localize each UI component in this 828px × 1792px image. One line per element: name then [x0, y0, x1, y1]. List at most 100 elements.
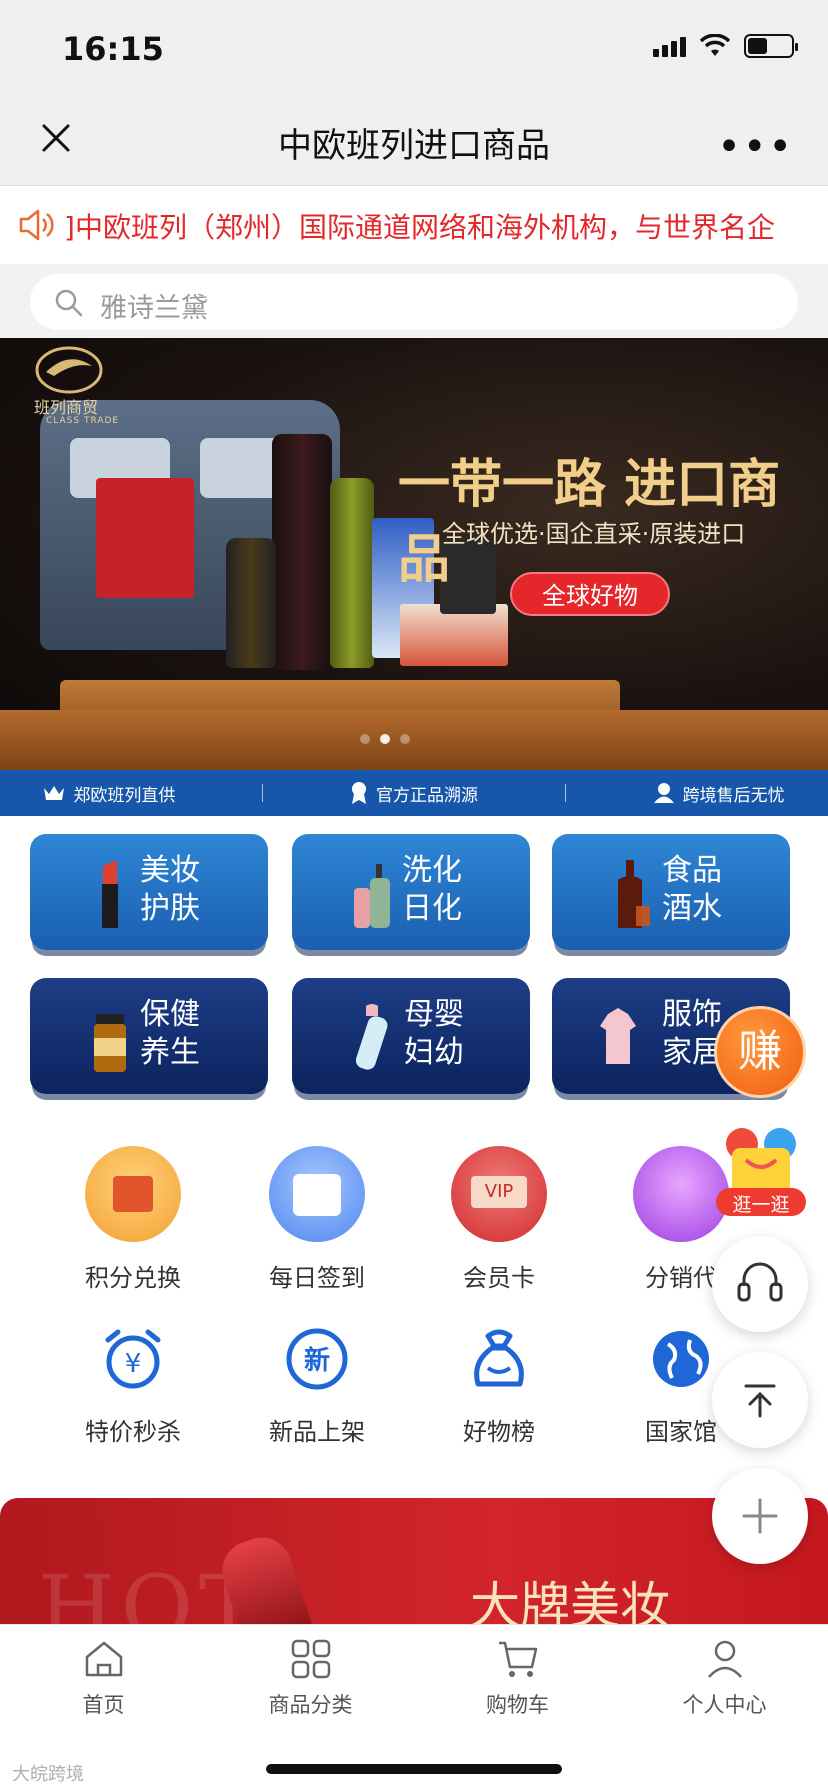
browse-label: 逛一逛 [732, 1194, 790, 1216]
points-icon [85, 1146, 181, 1242]
gift-bag-image [96, 478, 194, 598]
headset-icon [737, 1262, 783, 1302]
globe-icon [653, 1331, 709, 1387]
carousel-dot[interactable] [360, 734, 370, 744]
quick-item-checkin[interactable]: 每日签到 [242, 1146, 392, 1293]
quick-item-vip[interactable]: VIP 会员卡 [424, 1146, 574, 1293]
battery-icon [744, 34, 798, 58]
crown-icon [44, 786, 65, 800]
baby-bottle-icon [355, 1004, 388, 1070]
tab-label: 首页 [82, 1693, 125, 1717]
tab-label: 商品分类 [268, 1693, 353, 1717]
tab-home[interactable]: 首页 [0, 1625, 207, 1718]
category-label: 母婴 妇幼 [404, 997, 464, 1070]
category-grid: 美妆 护肤 洗化 日化 食品 酒水 保健 养生 母婴 妇幼 服饰 家居 [0, 816, 828, 1106]
promo-banner[interactable]: HOT 大牌美妆 [0, 1498, 828, 1628]
person-icon [707, 1640, 742, 1678]
notice-message: 中欧班列（郑州）国际通道网络和海外机构，与世界名企 [74, 211, 775, 244]
category-label: 保健 养生 [140, 997, 200, 1070]
guarantee-strip: 郑欧班列直供 官方正品溯源 跨境售后无忧 [0, 770, 828, 816]
category-health[interactable]: 保健 养生 [30, 978, 268, 1094]
notice-prefix: ] [64, 211, 75, 244]
notice-bar[interactable]: ]中欧班列（郑州）国际通道网络和海外机构，与世界名企 [0, 186, 828, 264]
more-icon[interactable]: ••• [717, 124, 794, 170]
guarantee-label: 郑欧班列直供 [73, 785, 176, 806]
wifi-icon [700, 34, 730, 56]
category-label: 食品 酒水 [662, 853, 722, 926]
search-icon [55, 289, 83, 317]
home-icon [85, 1641, 122, 1677]
earn-button[interactable]: 赚 [714, 1006, 806, 1098]
category-label: 美妆 护肤 [140, 853, 200, 926]
alarm-yen-icon: ¥ [105, 1329, 161, 1389]
category-beauty[interactable]: 美妆 护肤 [30, 834, 268, 950]
quick-label: 积分兑换 [85, 1264, 181, 1292]
banner-subtitle: 全球优选·国企直采·原装进口 [442, 520, 746, 548]
status-time: 16:15 [62, 30, 164, 68]
add-button[interactable] [712, 1468, 808, 1564]
quick-label: 新品上架 [269, 1418, 365, 1446]
vip-card-icon: VIP [451, 1146, 547, 1242]
customer-service-button[interactable] [712, 1236, 808, 1332]
nav-bar: 中欧班列进口商品 ••• [0, 96, 828, 186]
category-label: 洗化 日化 [402, 853, 462, 926]
quick-item-flash-sale[interactable]: ¥ 特价秒杀 [58, 1326, 208, 1447]
search-placeholder: 雅诗兰黛 [100, 293, 208, 324]
carousel-dot[interactable] [400, 734, 410, 744]
promo-title: 大牌美妆 [470, 1577, 670, 1628]
dress-icon [600, 1008, 636, 1064]
notice-text: ]中欧班列（郑州）国际通道网络和海外机构，与世界名企 [64, 206, 775, 246]
back-to-top-button[interactable] [712, 1352, 808, 1448]
search-bar: 雅诗兰黛 [0, 264, 828, 338]
tab-profile[interactable]: 个人中心 [621, 1625, 828, 1718]
lotion-icon [354, 864, 390, 928]
tab-label: 购物车 [486, 1693, 549, 1717]
tab-bar: 首页 商品分类 购物车 个人中心 [0, 1624, 828, 1718]
tab-label: 个人中心 [682, 1693, 767, 1717]
wine-bottle-image [272, 434, 332, 670]
new-badge-icon: 新 [286, 1328, 348, 1390]
guarantee-label: 跨境售后无忧 [682, 785, 785, 806]
quick-item-new[interactable]: 新 新品上架 [242, 1326, 392, 1447]
guarantee-item: 郑欧班列直供 [43, 781, 175, 806]
carousel-dot-active[interactable] [380, 734, 390, 744]
cart-icon [498, 1641, 537, 1677]
quick-item-points[interactable]: 积分兑换 [58, 1146, 208, 1293]
ribbon-icon [351, 782, 366, 804]
divider [262, 784, 264, 802]
grid-icon [291, 1639, 330, 1679]
browse-button[interactable]: 逛一逛 [712, 1122, 810, 1220]
plus-icon [742, 1498, 778, 1534]
user-icon [653, 783, 674, 803]
carousel-dots [360, 734, 410, 744]
home-indicator[interactable] [266, 1764, 562, 1774]
oil-bottle-image [330, 478, 374, 668]
quick-menu: 积分兑换 每日签到 VIP 会员卡 分销代 ¥ 特价秒杀 新 新品上架 好物榜 … [0, 1120, 828, 1460]
brand-logo [35, 346, 103, 394]
quick-label: 每日签到 [269, 1264, 365, 1292]
search-input[interactable]: 雅诗兰黛 [30, 274, 798, 330]
tab-cart[interactable]: 购物车 [414, 1625, 621, 1718]
guarantee-label: 官方正品溯源 [375, 785, 478, 806]
speaker-icon [19, 209, 54, 241]
quick-label: 好物榜 [463, 1418, 535, 1446]
page-title: 中欧班列进口商品 [278, 126, 550, 166]
quick-item-ranking[interactable]: 好物榜 [424, 1326, 574, 1447]
coffee-can-image [226, 538, 276, 668]
category-food[interactable]: 食品 酒水 [552, 834, 790, 950]
banner-button[interactable]: 全球好物 [510, 572, 670, 616]
signal-icon [653, 35, 686, 57]
divider [564, 784, 566, 802]
quick-label: 特价秒杀 [85, 1418, 181, 1446]
status-bar: 16:15 [0, 0, 828, 96]
liquor-icon [618, 860, 650, 928]
guarantee-item: 跨境售后无忧 [653, 781, 785, 806]
brand-name-en: CLASS TRADE [46, 416, 120, 426]
calendar-check-icon [269, 1146, 365, 1242]
category-baby[interactable]: 母婴 妇幼 [292, 978, 530, 1094]
tab-categories[interactable]: 商品分类 [207, 1625, 414, 1718]
hero-banner[interactable]: 班列商贸 CLASS TRADE 一带一路 进口商品 全球优选·国企直采·原装进… [0, 338, 828, 770]
category-household[interactable]: 洗化 日化 [292, 834, 530, 950]
status-icons [653, 34, 798, 58]
guarantee-item: 官方正品溯源 [350, 781, 478, 806]
